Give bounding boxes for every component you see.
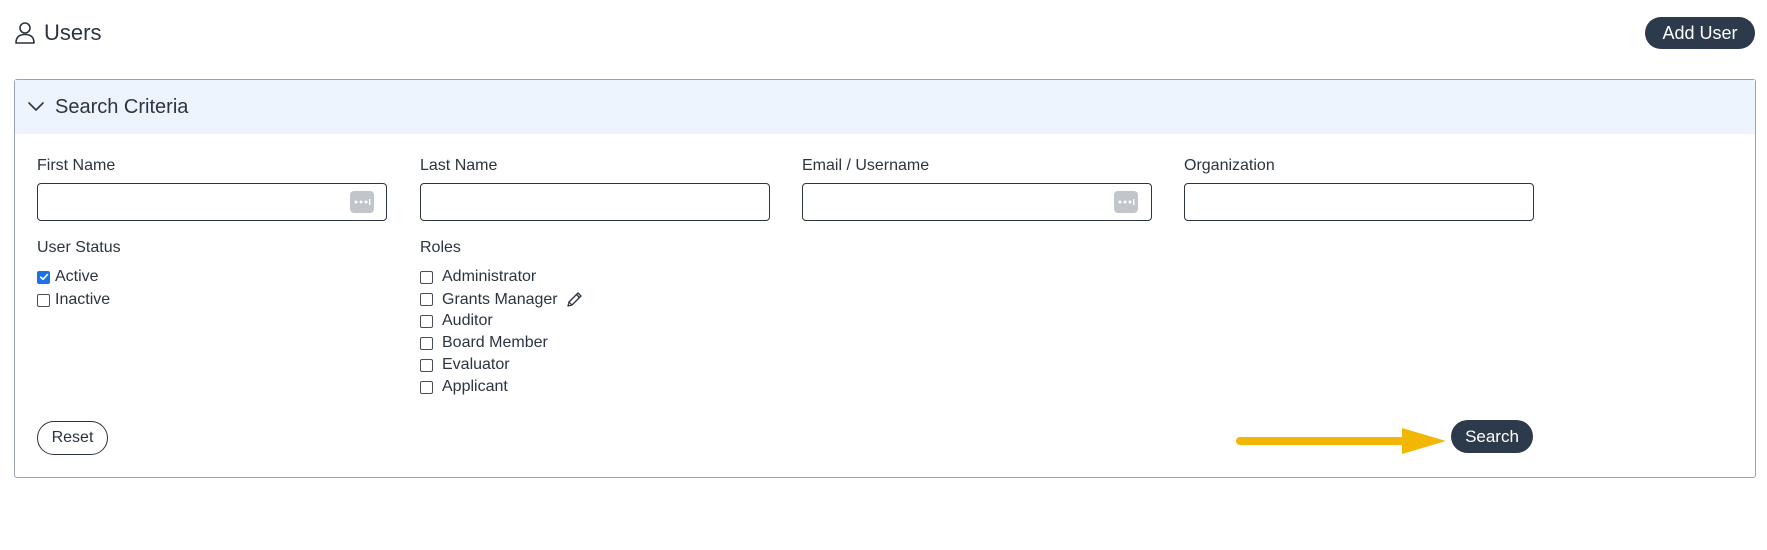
roles-label: Roles [420,239,461,256]
add-user-button[interactable]: Add User [1645,17,1755,49]
ellipsis-icon[interactable] [1114,191,1138,213]
search-criteria-toggle[interactable]: Search Criteria [15,80,1755,134]
role-label: Auditor [442,312,493,329]
search-button[interactable]: Search [1451,420,1533,453]
checkbox-checked[interactable] [37,270,50,284]
role-auditor-checkbox[interactable]: Auditor [420,312,493,330]
email-username-input[interactable] [802,183,1152,221]
first-name-label: First Name [37,157,116,174]
page-title: Users [44,20,102,45]
checkbox[interactable] [420,358,433,372]
page-header: Users [14,20,101,46]
search-criteria-panel: Search Criteria [14,79,1756,478]
reset-button[interactable]: Reset [37,421,108,455]
last-name-label: Last Name [420,157,498,174]
panel-title: Search Criteria [55,95,189,118]
checkbox[interactable] [420,293,433,306]
role-administrator-checkbox[interactable]: Administrator [420,268,536,286]
chevron-down-icon [27,98,45,116]
status-active-label: Active [55,268,99,285]
first-name-input[interactable] [37,183,387,221]
checkbox[interactable] [420,336,433,350]
role-applicant-checkbox[interactable]: Applicant [420,378,508,396]
pencil-icon[interactable] [565,290,584,309]
user-status-label: User Status [37,239,121,256]
role-grants-manager-checkbox[interactable]: Grants Manager [420,290,584,309]
users-page: Users Add User Search Criteria First Nam… [0,0,1767,550]
organization-label: Organization [1184,157,1275,174]
role-label: Evaluator [442,356,510,373]
status-inactive-checkbox[interactable]: Inactive [37,291,110,309]
role-board-member-checkbox[interactable]: Board Member [420,334,548,352]
organization-input[interactable] [1184,183,1534,221]
role-label: Board Member [442,334,548,351]
last-name-input[interactable] [420,183,770,221]
role-label: Grants Manager [442,290,558,308]
checkbox[interactable] [420,270,433,284]
checkbox[interactable] [37,293,50,307]
ellipsis-icon[interactable] [350,191,374,213]
checkbox[interactable] [420,314,433,328]
annotation-arrow-icon [1236,428,1446,454]
checkbox[interactable] [420,380,433,394]
status-active-checkbox[interactable]: Active [37,268,99,286]
email-username-label: Email / Username [802,157,930,174]
role-label: Administrator [442,268,537,285]
role-evaluator-checkbox[interactable]: Evaluator [420,356,510,374]
status-inactive-label: Inactive [55,291,111,308]
role-label: Applicant [442,378,508,395]
user-icon [14,21,36,45]
